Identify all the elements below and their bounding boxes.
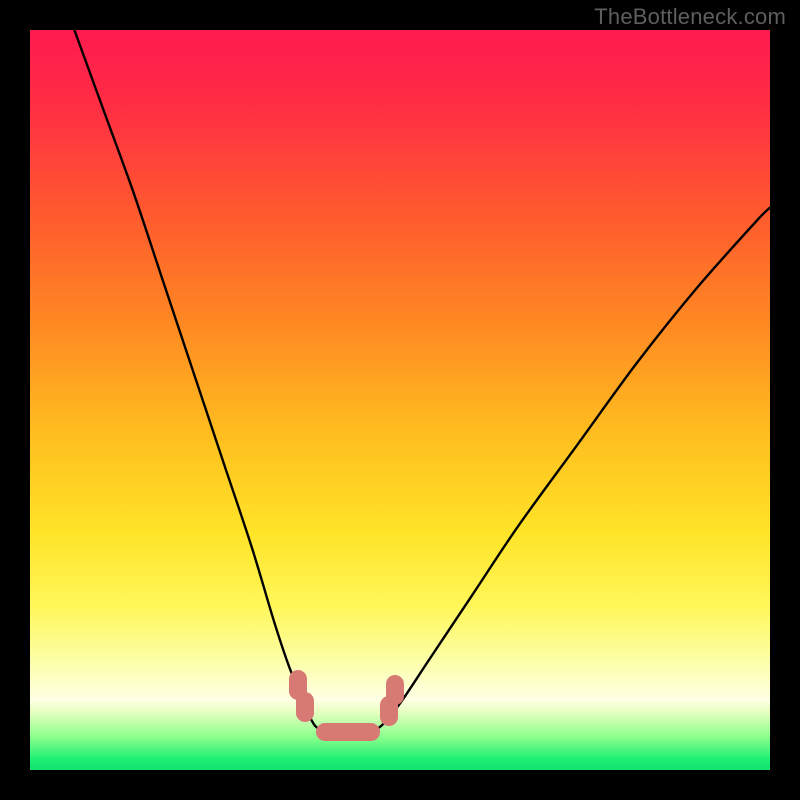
plot-area [30,30,770,770]
watermark-text: TheBottleneck.com [594,4,786,30]
outer-frame: TheBottleneck.com [0,0,800,800]
marker-left-mid [296,692,314,722]
marker-right-top [386,675,404,705]
v-curve [30,30,770,770]
marker-bottom [316,723,380,741]
